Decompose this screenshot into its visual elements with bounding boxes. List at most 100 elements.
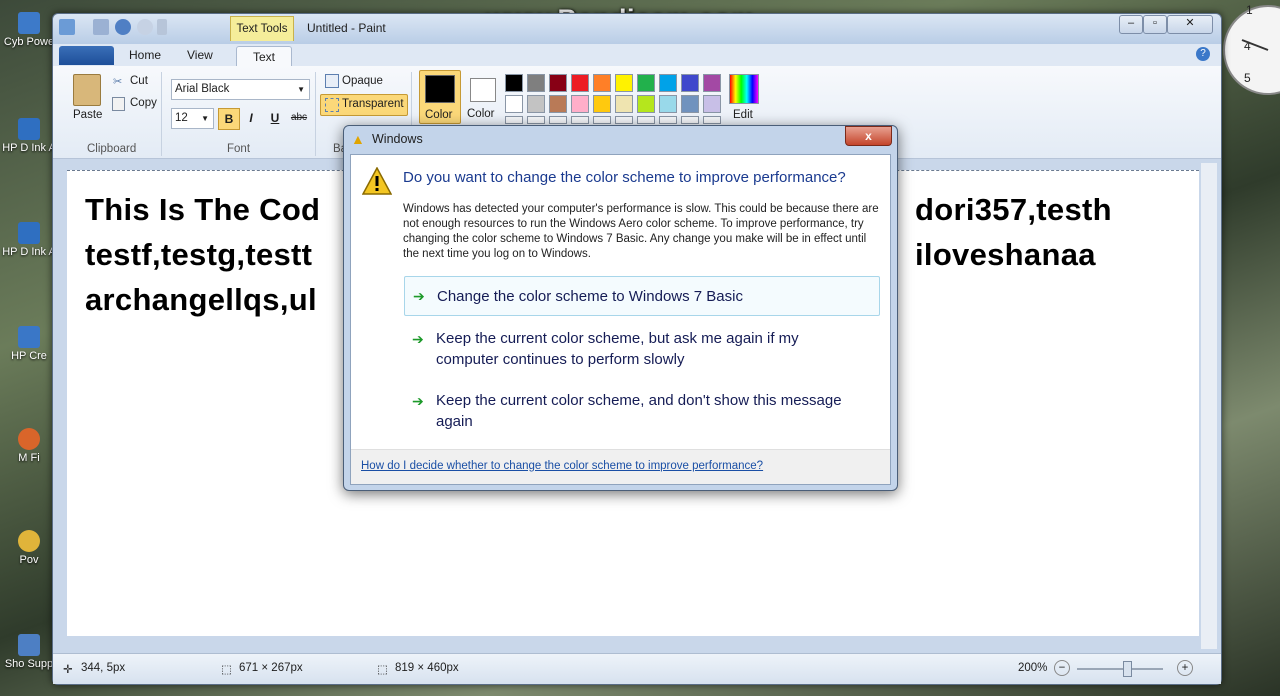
window-title: Untitled - Paint [307, 21, 386, 35]
customize-qat-icon[interactable] [157, 19, 167, 35]
tab-view[interactable]: View [187, 48, 213, 62]
zoom-level: 200% [1018, 662, 1048, 674]
palette-swatch[interactable] [681, 95, 699, 113]
selection-size: 671 × 267px [239, 662, 303, 674]
empty-palette-swatch[interactable] [593, 116, 611, 124]
desktop-icon-firefox[interactable]: M Fi [0, 428, 58, 465]
palette-swatch[interactable] [659, 95, 677, 113]
option-keep-dont-show[interactable]: ➔ Keep the current color scheme, and don… [404, 390, 878, 434]
color2-swatch [470, 78, 496, 102]
transparent-icon [325, 98, 339, 112]
zoom-in-button[interactable]: + [1177, 660, 1193, 676]
help-icon[interactable]: ? [1196, 47, 1210, 61]
close-button[interactable]: ✕ [1167, 15, 1213, 34]
palette-swatch[interactable] [637, 95, 655, 113]
empty-palette-swatch[interactable] [527, 116, 545, 124]
palette-swatch[interactable] [571, 95, 589, 113]
warning-small-icon: ▲ [351, 131, 365, 147]
cut-button[interactable]: Cut [130, 75, 148, 87]
italic-button[interactable]: I [241, 108, 261, 128]
option-keep-ask-again[interactable]: ➔ Keep the current color scheme, but ask… [404, 328, 878, 372]
empty-palette-swatch[interactable] [571, 116, 589, 124]
desktop-icon-cyberlink[interactable]: Cyb Powe [0, 12, 58, 49]
palette-swatch[interactable] [505, 95, 523, 113]
svg-text:5: 5 [1244, 71, 1251, 85]
color1-swatch [425, 75, 455, 103]
desktop-icon-hp-2[interactable]: HP D Ink A [0, 222, 58, 259]
empty-palette-swatch[interactable] [637, 116, 655, 124]
palette-swatch[interactable] [703, 95, 721, 113]
undo-icon[interactable] [115, 19, 131, 35]
palette-swatch[interactable] [505, 74, 523, 92]
option-change-to-basic[interactable]: ➔ Change the color scheme to Windows 7 B… [404, 276, 880, 316]
font-family-select[interactable]: Arial Black ▼ [171, 79, 310, 100]
palette-swatch[interactable] [527, 74, 545, 92]
empty-palette-swatch[interactable] [703, 116, 721, 124]
tab-text[interactable]: Text [236, 46, 292, 67]
palette-swatch[interactable] [659, 74, 677, 92]
shortcut-icon [18, 118, 40, 140]
palette-swatch[interactable] [549, 74, 567, 92]
opaque-button[interactable]: Opaque [342, 75, 383, 87]
dialog-footer: How do I decide whether to change the co… [351, 449, 890, 484]
copy-icon [112, 97, 125, 111]
warning-icon [362, 167, 392, 195]
palette-swatch[interactable] [637, 74, 655, 92]
maximize-button[interactable]: ▫ [1143, 15, 1167, 34]
zoom-out-button[interactable]: − [1054, 660, 1070, 676]
help-link[interactable]: How do I decide whether to change the co… [361, 460, 763, 472]
clock-gadget: 1 4 5 [1223, 3, 1280, 95]
color1-button[interactable]: Color [419, 70, 461, 124]
color-scheme-dialog: ▲ Windows x Do you want to change the co… [343, 125, 898, 491]
edit-colors-icon[interactable] [729, 74, 759, 104]
empty-palette-swatch[interactable] [549, 116, 567, 124]
copy-button[interactable]: Copy [130, 97, 157, 109]
browser-icon [18, 428, 40, 450]
redo-icon[interactable] [137, 19, 153, 35]
paint-app-icon[interactable] [59, 19, 75, 35]
paint-menu-button[interactable] [59, 46, 114, 65]
vertical-scrollbar[interactable] [1201, 163, 1217, 649]
dialog-close-button[interactable]: x [845, 126, 892, 146]
paste-icon [73, 74, 101, 106]
tab-home[interactable]: Home [129, 48, 161, 62]
bold-button[interactable]: B [218, 108, 240, 130]
transparent-button[interactable]: Transparent [320, 94, 408, 116]
palette-swatch[interactable] [703, 74, 721, 92]
zoom-slider-thumb[interactable] [1123, 661, 1132, 677]
empty-palette-swatch[interactable] [615, 116, 633, 124]
palette-swatch[interactable] [571, 74, 589, 92]
empty-palette-swatch[interactable] [505, 116, 523, 124]
text-tools-context-tab: Text Tools [230, 16, 294, 41]
desktop-icon-hp-3[interactable]: HP Cre [0, 326, 58, 363]
palette-swatch[interactable] [681, 74, 699, 92]
zoom-slider-track[interactable] [1077, 668, 1163, 670]
palette-swatch[interactable] [593, 95, 611, 113]
canvas-text-line-2-right: iloveshanaa [915, 237, 1096, 272]
status-bar: ✛ 344, 5px ⬚ 671 × 267px ⬚ 819 × 460px 2… [53, 653, 1221, 684]
svg-text:1: 1 [1246, 3, 1253, 17]
palette-swatch[interactable] [527, 95, 545, 113]
palette-swatch[interactable] [549, 95, 567, 113]
palette-swatch[interactable] [615, 95, 633, 113]
desktop-icon-support[interactable]: Sho Supp [0, 634, 58, 671]
shortcut-icon [18, 634, 40, 656]
color2-button[interactable]: Color [465, 70, 505, 122]
power-icon [18, 530, 40, 552]
minimize-button[interactable]: – [1119, 15, 1143, 34]
desktop-icon-power[interactable]: Pov [0, 530, 58, 567]
edit-colors-button[interactable]: Edit [733, 109, 753, 121]
empty-palette-swatch[interactable] [659, 116, 677, 124]
dialog-heading: Do you want to change the color scheme t… [403, 169, 846, 186]
underline-button[interactable]: U [265, 108, 285, 128]
canvas-text-line-2: testf,testg,testt [85, 237, 313, 272]
empty-palette-swatch[interactable] [681, 116, 699, 124]
dialog-description: Windows has detected your computer's per… [403, 203, 879, 260]
palette-swatch[interactable] [593, 74, 611, 92]
font-size-select[interactable]: 12 ▼ [171, 108, 214, 129]
paste-button[interactable]: Paste [73, 109, 102, 121]
desktop-icon-hp-1[interactable]: HP D Ink A [0, 118, 58, 155]
strikethrough-button[interactable]: abc [289, 108, 309, 128]
save-icon[interactable] [93, 19, 109, 35]
palette-swatch[interactable] [615, 74, 633, 92]
